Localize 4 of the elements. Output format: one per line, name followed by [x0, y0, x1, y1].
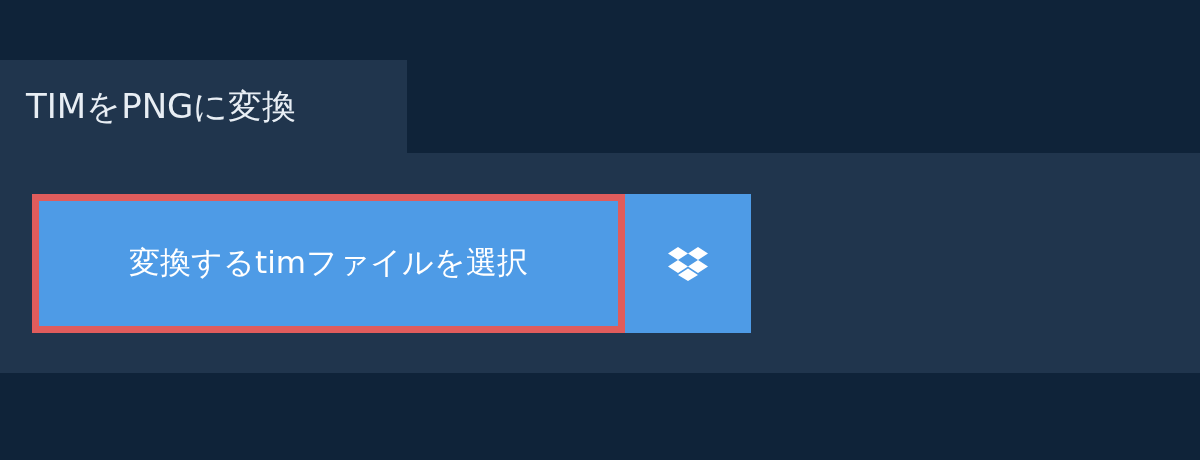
- page-title: TIMをPNGに変換: [0, 60, 407, 153]
- cloud-storage-button[interactable]: [625, 193, 751, 333]
- box-icon: [667, 245, 709, 281]
- choose-file-button[interactable]: 変換するtimファイルを選択: [32, 193, 625, 333]
